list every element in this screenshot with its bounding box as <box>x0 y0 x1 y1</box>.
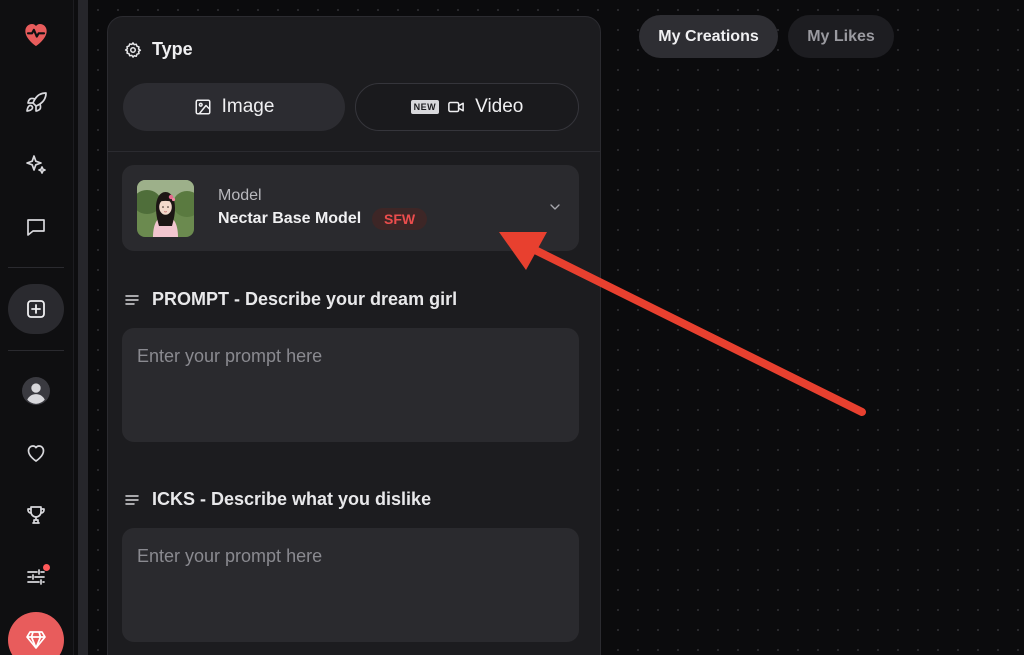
sparkles-icon <box>26 155 46 174</box>
heart-pulse-icon <box>25 24 47 46</box>
image-icon <box>195 99 211 115</box>
model-selector[interactable]: Model Nectar Base Model SFW <box>122 165 579 251</box>
tab-image[interactable]: Image <box>123 83 345 131</box>
app-root: Type Image NEW Video Model Nectar Base M… <box>0 0 1024 655</box>
trophy-icon <box>27 506 45 524</box>
user-avatar-icon <box>22 377 50 405</box>
sidebar-item-generate[interactable] <box>12 141 60 189</box>
model-thumbnail <box>137 180 194 237</box>
sidebar-scroll-edge <box>78 0 88 655</box>
model-label: Model <box>218 187 262 204</box>
text-lines-icon <box>125 294 139 305</box>
tab-my-likes[interactable]: My Likes <box>788 15 894 58</box>
sidebar-item-premium[interactable] <box>8 612 64 655</box>
notification-dot <box>43 564 50 571</box>
panel-divider <box>108 151 600 152</box>
icks-label-text: ICKS - Describe what you dislike <box>152 489 432 509</box>
prompt-section-label: PROMPT - Describe your dream girl <box>124 289 457 310</box>
heart-icon <box>27 445 45 462</box>
tab-my-creations[interactable]: My Creations <box>639 15 778 58</box>
prompt-label-text: PROMPT - Describe your dream girl <box>152 289 458 309</box>
chat-bubble-icon <box>27 219 45 236</box>
model-name: Nectar Base Model <box>218 210 362 227</box>
sidebar-divider <box>8 267 64 268</box>
sfw-badge: SFW <box>372 208 428 230</box>
sidebar-item-explore[interactable] <box>12 79 60 127</box>
sidebar-item-chat[interactable] <box>12 203 60 251</box>
type-section-title: Type <box>124 39 193 60</box>
new-badge: NEW <box>410 100 440 114</box>
type-title-text: Type <box>152 39 193 59</box>
icks-section-label: ICKS - Describe what you dislike <box>124 489 431 510</box>
icks-input[interactable] <box>122 528 579 642</box>
sidebar-item-create[interactable] <box>8 284 64 334</box>
plus-square-icon <box>27 300 45 318</box>
video-camera-icon <box>448 101 464 113</box>
sidebar-item-favorites[interactable] <box>12 429 60 477</box>
chevron-down-icon <box>550 204 560 210</box>
tab-image-label: Image <box>221 96 275 117</box>
diamond-icon <box>26 631 46 649</box>
prompt-input[interactable] <box>122 328 579 442</box>
text-lines-icon <box>125 494 139 505</box>
sidebar-item-profile[interactable] <box>12 367 60 415</box>
sidebar-item-settings[interactable] <box>12 553 60 601</box>
generation-panel: Type Image NEW Video Model Nectar Base M… <box>107 16 601 655</box>
rocket-icon <box>26 92 47 112</box>
tab-video[interactable]: NEW Video <box>355 83 579 131</box>
tab-video-label: Video <box>475 96 524 117</box>
gear-icon <box>124 41 142 58</box>
sidebar <box>0 0 74 655</box>
logo-button[interactable] <box>12 10 60 58</box>
sidebar-item-leaderboard[interactable] <box>12 491 60 539</box>
sidebar-divider <box>8 350 64 351</box>
